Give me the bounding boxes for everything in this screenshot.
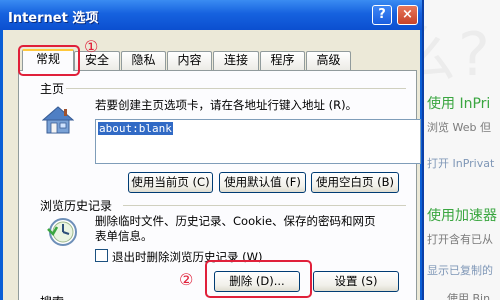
homepage-address-field[interactable]: about:blank [95,119,421,164]
annotation-callout-2: ② [179,270,194,289]
tab-programs[interactable]: 程序 [260,51,305,70]
search-section-label: 搜索 [40,293,64,300]
history-settings-button[interactable]: 设置 (S) [313,271,399,292]
use-blank-page-button[interactable]: 使用空白页 (B) [311,172,399,193]
background-heading-accelerator[interactable]: 使用加速器 [427,205,497,225]
background-text: 打开含有已从 [427,233,493,246]
tab-privacy[interactable]: 隐私 [121,51,166,70]
dialog-title: Internet 选项 [8,11,99,26]
background-link[interactable]: 打开 InPrivat [427,155,494,171]
tab-content[interactable]: 内容 [167,51,212,70]
use-current-page-button[interactable]: 使用当前页 (C) [128,172,213,193]
background-text: 浏览 Web 但 [427,121,491,134]
section-divider [123,205,406,206]
delete-history-on-exit-checkbox[interactable] [95,249,108,262]
history-description-line2: 表单信息。 [95,229,153,243]
history-section-label: 浏览历史记录 [40,199,113,213]
background-text: 显示已复制的 [427,264,493,277]
house-icon [41,106,75,137]
help-button[interactable]: ? [372,5,392,25]
history-clock-icon [45,216,79,251]
section-divider [66,88,406,89]
tab-advanced[interactable]: 高级 [306,51,351,70]
background-text: 使用 Bin [447,292,491,300]
title-bar[interactable]: Internet 选项 ? × [0,0,422,30]
tab-general[interactable]: 常规 [22,49,74,71]
annotation-callout-1: ① [84,37,99,56]
use-default-button[interactable]: 使用默认值 (F) [219,172,306,193]
tab-connections[interactable]: 连接 [213,51,259,70]
homepage-section-label: 主页 [40,82,65,96]
homepage-instruction: 若要创建主页选项卡，请在各地址行键入地址 (R)。 [95,98,358,112]
homepage-address-value[interactable]: about:blank [98,122,173,135]
history-description-line1: 删除临时文件、历史记录、Cookie、保存的密码和网页 [95,214,376,228]
background-heading-inprivate[interactable]: 使用 InPri [427,93,490,113]
annotation-highlight-delete-button [205,260,312,298]
close-button[interactable]: × [397,5,418,25]
